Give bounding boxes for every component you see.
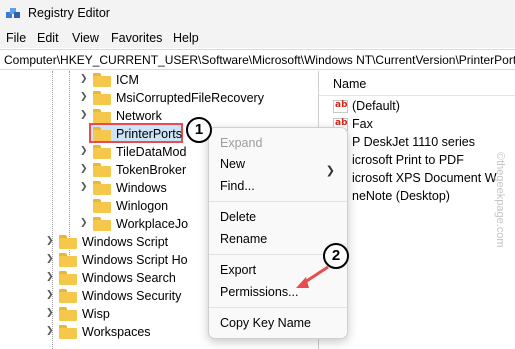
value-name: neNote (Desktop) (352, 189, 450, 203)
menu-bar: File Edit View Favorites Help (0, 28, 515, 48)
folder-icon (59, 325, 77, 339)
folder-icon (59, 271, 77, 285)
menu-separator (209, 307, 347, 308)
chevron-right-icon[interactable]: ❯ (80, 74, 90, 86)
menu-favorites[interactable]: Favorites (111, 31, 162, 45)
menu-separator (209, 201, 347, 202)
folder-icon (59, 289, 77, 303)
step-badge-1: 1 (186, 117, 212, 143)
column-header-name[interactable]: Name (333, 77, 366, 91)
chevron-right-icon[interactable]: ❯ (46, 236, 56, 248)
string-value-icon: ab (333, 100, 348, 113)
tree-item-label: Windows Security (82, 289, 182, 303)
tree-item-label: Windows Script Ho (82, 253, 188, 267)
folder-icon (93, 73, 111, 87)
menu-item-export[interactable]: Export (220, 263, 256, 277)
chevron-right-icon[interactable]: ❯ (46, 326, 56, 338)
chevron-right-icon[interactable]: ❯ (80, 92, 90, 104)
menu-view[interactable]: View (72, 31, 99, 45)
folder-icon (93, 109, 111, 123)
tree-item-label: TokenBroker (116, 163, 187, 177)
tree-item-label: WorkplaceJo (116, 217, 189, 231)
chevron-right-icon[interactable]: ❯ (80, 218, 90, 230)
tree-item-label: Windows Script (82, 235, 169, 249)
header-divider (319, 95, 515, 96)
folder-icon (93, 217, 111, 231)
value-name: (Default) (352, 99, 400, 113)
folder-icon (59, 235, 77, 249)
tree-item-label: Network (116, 109, 162, 123)
menu-item-find[interactable]: Find... (220, 179, 255, 193)
chevron-right-icon[interactable]: ❯ (80, 110, 90, 122)
folder-icon (93, 181, 111, 195)
address-bar[interactable]: Computer\HKEY_CURRENT_USER\Software\Micr… (0, 49, 515, 70)
menu-item-copy-key-name[interactable]: Copy Key Name (220, 316, 311, 330)
value-name: P DeskJet 1110 series (352, 135, 475, 149)
value-name: icrosoft XPS Document W (352, 171, 497, 185)
tree-item-label: Wisp (82, 307, 110, 321)
title-bar: Registry Editor (0, 0, 515, 28)
menu-item-expand: Expand (220, 136, 263, 150)
menu-item-new[interactable]: New (220, 157, 245, 171)
menu-file[interactable]: File (6, 31, 26, 45)
tree-item-label: MsiCorruptedFileRecovery (116, 91, 264, 105)
tree-item-label: Windows (116, 181, 167, 195)
menu-help[interactable]: Help (173, 31, 199, 45)
registry-editor-icon (6, 8, 20, 18)
tree-guide-line (69, 71, 70, 261)
value-name: Fax (352, 117, 373, 131)
menu-item-rename[interactable]: Rename (220, 232, 267, 246)
tree-item-label: ICM (116, 73, 139, 87)
folder-icon (59, 253, 77, 267)
watermark-text: ©thegeekpage.com (494, 152, 506, 248)
tree-item-label: Workspaces (82, 325, 151, 339)
folder-icon (93, 127, 111, 141)
value-name: icrosoft Print to PDF (352, 153, 464, 167)
chevron-right-icon[interactable]: ❯ (80, 182, 90, 194)
folder-icon (93, 199, 111, 213)
chevron-right-icon[interactable]: ❯ (80, 164, 90, 176)
window-title: Registry Editor (28, 6, 110, 20)
submenu-arrow-icon: ❯ (325, 164, 335, 177)
chevron-right-icon[interactable]: ❯ (46, 272, 56, 284)
watermark: ©thegeekpage.com (489, 152, 511, 305)
menu-item-delete[interactable]: Delete (220, 210, 256, 224)
chevron-right-icon[interactable]: ❯ (80, 146, 90, 158)
menu-edit[interactable]: Edit (37, 31, 59, 45)
tree-item-label: TileDataMod (116, 145, 187, 159)
tree-item-label: Windows Search (82, 271, 176, 285)
folder-icon (59, 307, 77, 321)
tree-item-label: PrinterPorts (116, 127, 182, 141)
context-menu: Expand New ❯ Find... Delete Rename Expor… (208, 127, 348, 339)
chevron-right-icon[interactable]: ❯ (46, 290, 56, 302)
chevron-right-icon[interactable]: ❯ (46, 308, 56, 320)
folder-icon (93, 91, 111, 105)
menu-item-permissions[interactable]: Permissions... (220, 285, 299, 299)
values-pane[interactable]: Name ab (Default) ab Fax ab P DeskJet 11… (319, 71, 515, 349)
address-path[interactable]: Computer\HKEY_CURRENT_USER\Software\Micr… (4, 53, 515, 67)
folder-icon (93, 145, 111, 159)
chevron-right-icon[interactable]: ❯ (46, 254, 56, 266)
folder-icon (93, 163, 111, 177)
tree-item-label: Winlogon (116, 199, 169, 213)
step-badge-2: 2 (323, 243, 349, 269)
